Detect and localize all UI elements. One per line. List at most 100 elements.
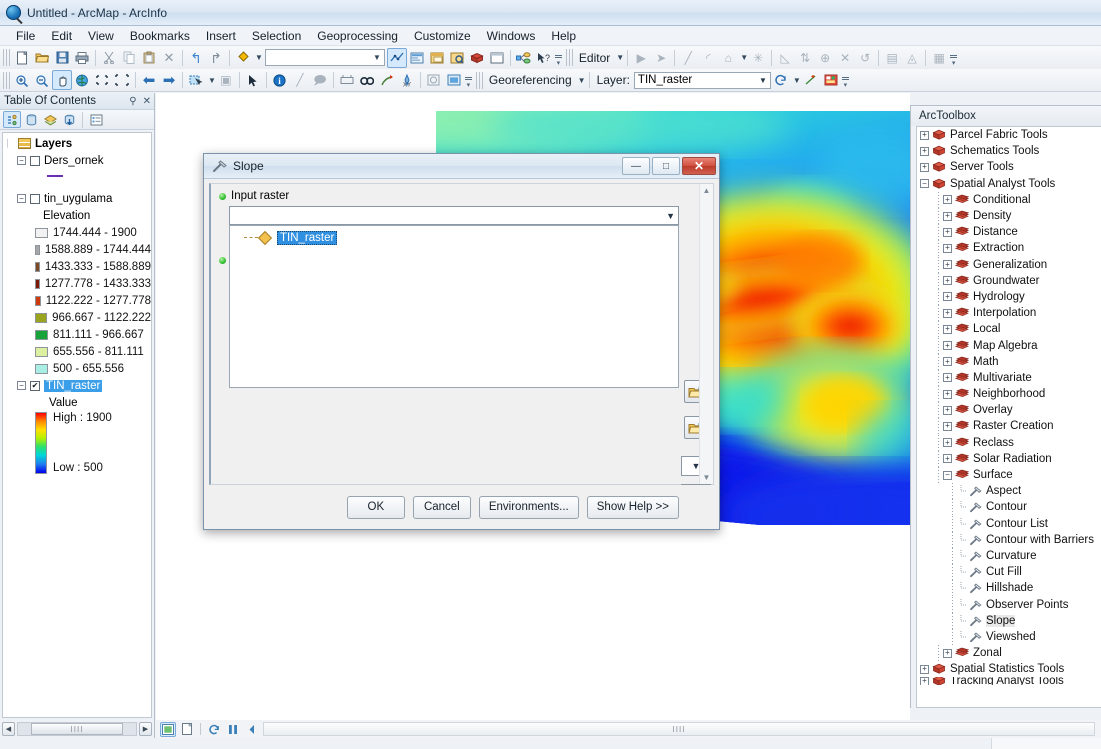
clear-selection-icon[interactable]: ▣: [216, 70, 236, 90]
arctoolbox-item-viewshed[interactable]: Viewshed: [917, 628, 1101, 645]
dialog-vertical-scrollbar[interactable]: ▲ ▼: [699, 184, 713, 484]
expand-icon[interactable]: +: [920, 130, 929, 140]
toc-options-icon[interactable]: [87, 111, 105, 128]
toc-layer-tin-uygulama[interactable]: − tin_uygulama: [3, 190, 151, 207]
ok-button[interactable]: OK: [346, 495, 405, 519]
menu-insert[interactable]: Insert: [198, 27, 244, 45]
model-builder-icon[interactable]: [514, 48, 534, 68]
arctoolbox-item-conditional[interactable]: + Conditional: [917, 191, 1101, 208]
full-extent-icon[interactable]: [72, 70, 92, 90]
catalog-icon[interactable]: [427, 48, 447, 68]
collapse-icon[interactable]: −: [17, 194, 26, 203]
zoom-out-icon[interactable]: [32, 70, 52, 90]
arctoolbox-item-map-algebra[interactable]: + Map Algebra: [917, 337, 1101, 354]
undo-icon[interactable]: ↰: [186, 48, 206, 68]
straight-segment-icon[interactable]: ╱: [678, 48, 698, 68]
cut-polygons-icon[interactable]: ◺: [775, 48, 795, 68]
expand-icon[interactable]: +: [943, 308, 952, 318]
sketch-properties-icon[interactable]: ◬: [902, 48, 922, 68]
html-popup-icon[interactable]: 🗩: [310, 70, 330, 90]
edit-annotation-icon[interactable]: ➤: [651, 48, 671, 68]
arctoolbox-item-generalization[interactable]: + Generalization: [917, 256, 1101, 273]
menu-customize[interactable]: Customize: [406, 27, 479, 45]
expand-icon[interactable]: +: [943, 227, 952, 237]
open-icon[interactable]: [32, 48, 52, 68]
expand-icon[interactable]: +: [920, 677, 929, 686]
expand-icon[interactable]: +: [943, 243, 952, 253]
measure-icon[interactable]: ╱: [290, 70, 310, 90]
expand-icon[interactable]: +: [943, 373, 952, 383]
expand-icon[interactable]: +: [943, 454, 952, 464]
toolbar-overflow-icon[interactable]: ▾: [949, 49, 958, 67]
arctoolbox-item-observer-points[interactable]: Observer Points: [917, 596, 1101, 613]
toc-root-layers[interactable]: ⎸ Layers: [3, 135, 151, 152]
close-button[interactable]: ✕: [682, 157, 716, 175]
scale-icon[interactable]: [386, 47, 407, 68]
arctoolbox-item-curvature[interactable]: Curvature: [917, 547, 1101, 564]
add-data-caret-icon[interactable]: ▼: [255, 53, 263, 62]
close-icon[interactable]: ✕: [140, 96, 154, 107]
print-icon[interactable]: [72, 48, 92, 68]
slope-dialog-titlebar[interactable]: Slope — □ ✕: [204, 154, 719, 179]
arctoolbox-tree[interactable]: + Parcel Fabric Tools + Schematics Tools + Se…: [916, 126, 1101, 708]
clip-icon[interactable]: ✕: [835, 48, 855, 68]
delete-icon[interactable]: ✕: [159, 48, 179, 68]
arctoolbox-item-interpolation[interactable]: + Interpolation: [917, 305, 1101, 322]
attributes-table-icon[interactable]: ▤: [882, 48, 902, 68]
expand-icon[interactable]: +: [943, 195, 952, 205]
zoom-in-icon[interactable]: [12, 70, 32, 90]
arctoolbox-item-multivariate[interactable]: + Multivariate: [917, 369, 1101, 386]
list-by-visibility-icon[interactable]: [41, 111, 59, 128]
table-of-contents-icon[interactable]: [407, 48, 427, 68]
arctoolbox-item-spatial-analyst-tools[interactable]: − Spatial Analyst Tools: [917, 176, 1101, 192]
layer-visibility-checkbox[interactable]: [30, 155, 40, 166]
toc-horizontal-scrollbar[interactable]: ◀ IIII ▶: [0, 720, 155, 738]
scroll-right-icon[interactable]: ▶: [139, 722, 152, 736]
arctoolbox-item-solar-radiation[interactable]: + Solar Radiation: [917, 450, 1101, 467]
toolbar-grip[interactable]: [565, 49, 573, 66]
collapse-icon[interactable]: [244, 722, 260, 737]
scroll-thumb[interactable]: IIII: [31, 723, 123, 735]
arctoolbox-item-neighborhood[interactable]: + Neighborhood: [917, 386, 1101, 403]
redo-icon[interactable]: ↱: [206, 48, 226, 68]
paste-icon[interactable]: [139, 48, 159, 68]
slope-dialog[interactable]: Slope — □ ✕ Input raster ▼ TIN_raster ▼ …: [203, 153, 720, 530]
scale-combo[interactable]: ▼: [264, 49, 385, 66]
arctoolbox-item-contour-list[interactable]: Contour List: [917, 515, 1101, 532]
toolbar-grip[interactable]: [3, 71, 10, 89]
select-features-icon[interactable]: [186, 70, 206, 90]
toolbar-grip[interactable]: [3, 49, 10, 66]
midpoint-icon[interactable]: ✳: [748, 48, 768, 68]
list-by-selection-icon[interactable]: [60, 111, 78, 128]
expand-icon[interactable]: +: [943, 648, 952, 658]
refresh-icon[interactable]: [206, 722, 222, 737]
editor-caret-icon[interactable]: ▼: [616, 53, 624, 62]
split-icon[interactable]: ⇅: [795, 48, 815, 68]
rotate-icon[interactable]: ⊕: [815, 48, 835, 68]
time-slider-icon[interactable]: [424, 70, 444, 90]
select-caret-icon[interactable]: ▼: [208, 76, 216, 85]
save-icon[interactable]: [52, 48, 72, 68]
whats-this-icon[interactable]: ?: [534, 48, 554, 68]
rotate-raster-icon[interactable]: [771, 70, 791, 90]
georeferencing-caret-icon[interactable]: ▼: [578, 76, 586, 85]
menu-geoprocessing[interactable]: Geoprocessing: [309, 27, 406, 45]
expand-icon[interactable]: +: [943, 292, 952, 302]
layer-visibility-checkbox[interactable]: [30, 193, 40, 204]
collapse-icon[interactable]: −: [17, 381, 26, 390]
collapse-icon[interactable]: −: [17, 156, 26, 165]
arctoolbox-item-local[interactable]: + Local: [917, 321, 1101, 338]
input-raster-combo[interactable]: ▼: [229, 206, 679, 225]
arctoolbox-item-hillshade[interactable]: Hillshade: [917, 580, 1101, 597]
input-raster-dropdown-list[interactable]: TIN_raster: [229, 225, 679, 388]
pin-icon[interactable]: ⚲: [126, 96, 139, 107]
toolbar-overflow-icon[interactable]: ▾: [841, 71, 850, 89]
arctoolbox-item-math[interactable]: + Math: [917, 353, 1101, 370]
arctoolbox-item-spatial-statistics-tools[interactable]: + Spatial Statistics Tools: [917, 661, 1101, 677]
collapse-icon[interactable]: −: [920, 179, 929, 189]
expand-icon[interactable]: +: [943, 341, 952, 351]
undo-edit-icon[interactable]: ↺: [855, 48, 875, 68]
cut-icon[interactable]: [99, 48, 119, 68]
map-horizontal-scrollbar[interactable]: IIII: [263, 722, 1095, 736]
fixed-zoom-out-icon[interactable]: [112, 70, 132, 90]
